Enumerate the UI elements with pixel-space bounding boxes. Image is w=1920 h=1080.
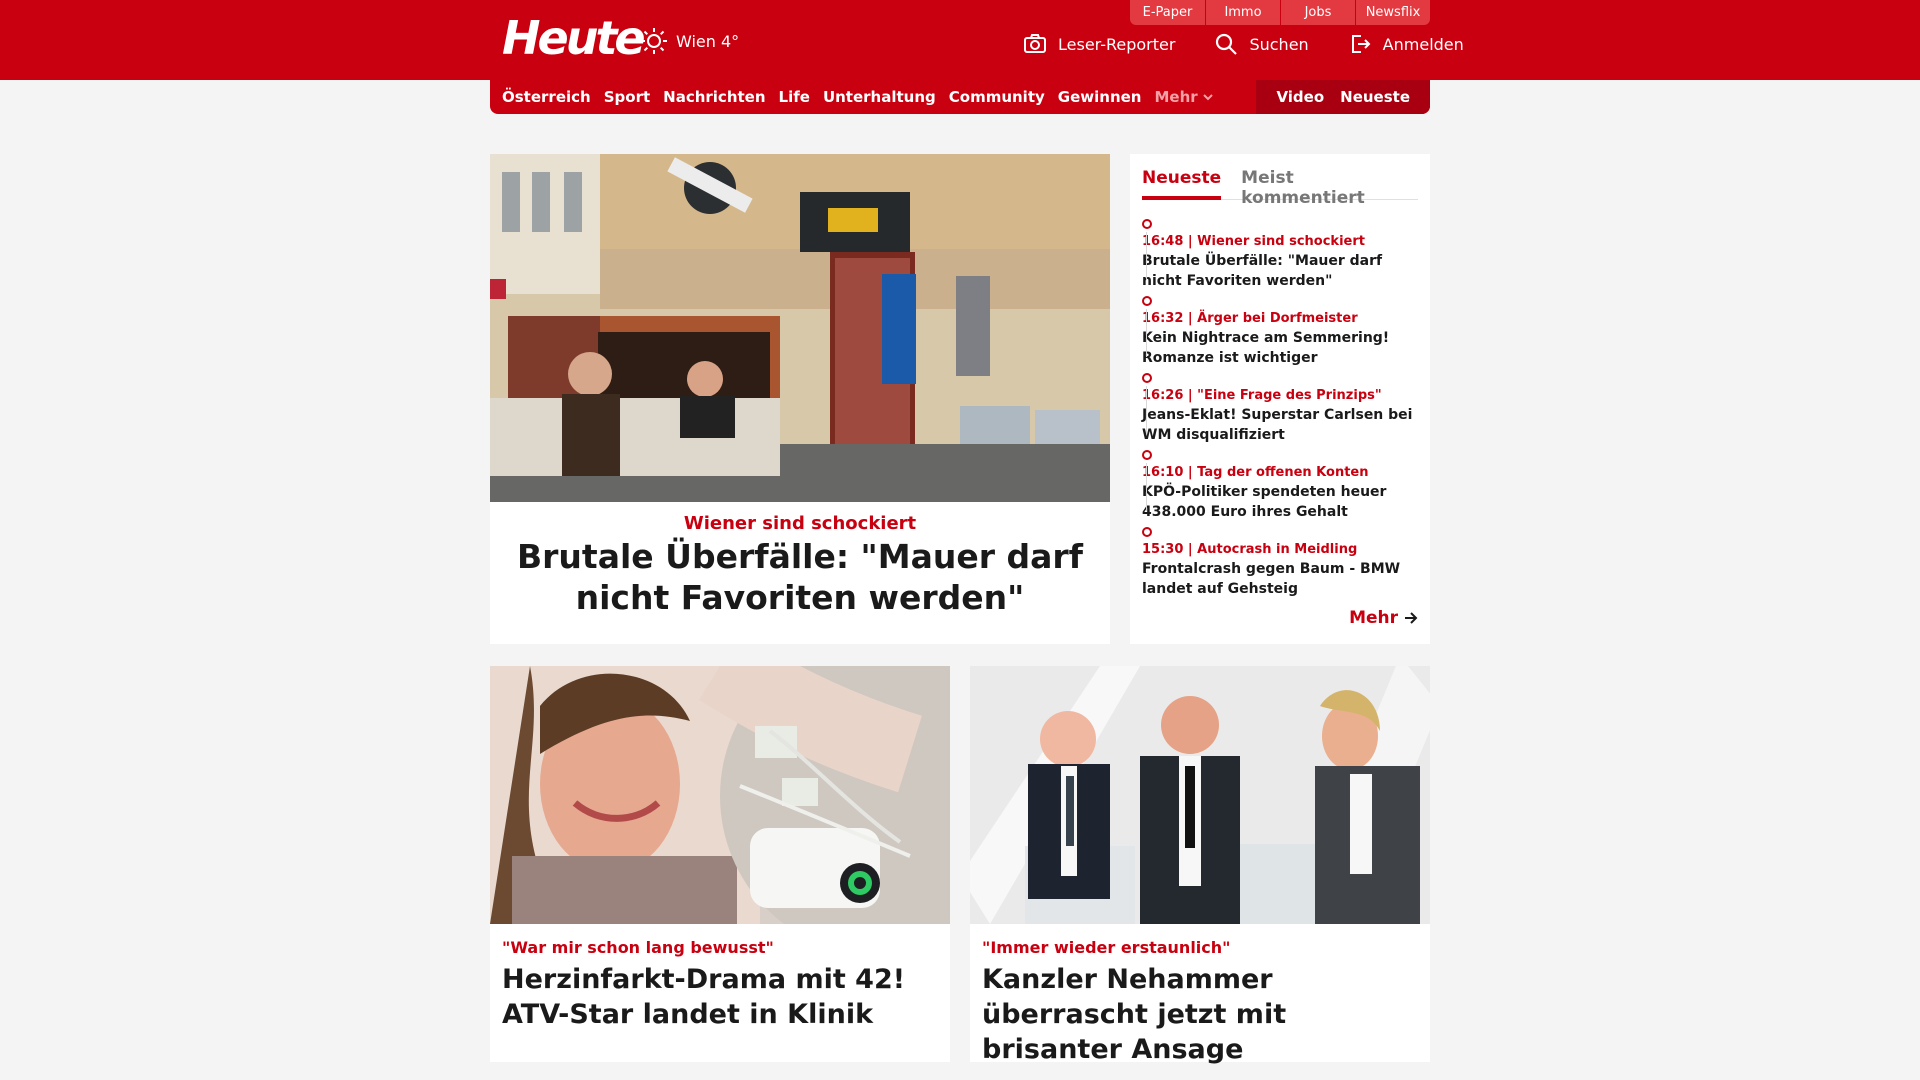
timeline-dot-icon <box>1142 527 1152 537</box>
hero-title[interactable]: Brutale Überfälle: "Mauer darf nicht Fav… <box>510 536 1090 618</box>
news-title: Brutale Überfälle: "Mauer darf nicht Fav… <box>1142 253 1383 289</box>
search-label: Suchen <box>1249 34 1309 54</box>
utility-tab-epaper[interactable]: E-Paper <box>1130 0 1205 25</box>
more-news-link[interactable]: Mehr <box>1349 608 1418 628</box>
camera-icon <box>1024 34 1046 54</box>
utility-tabs: E-Paper Immo Jobs Newsflix <box>1130 0 1430 25</box>
timeline-dot-icon <box>1142 296 1152 306</box>
utility-tab-jobs[interactable]: Jobs <box>1280 0 1355 25</box>
nav-right-links: Video Neueste <box>1256 80 1430 114</box>
news-meta: 16:10 | Tag der offenen Konten <box>1142 465 1369 480</box>
sidebar-tabs: Neueste Meist kommentiert <box>1142 162 1418 208</box>
article-title[interactable]: Herzinfarkt-Drama mit 42! ATV-Star lande… <box>502 962 922 1032</box>
arrow-right-icon <box>1404 612 1418 624</box>
news-title: Frontalcrash gegen Baum - BMW landet auf… <box>1142 561 1401 597</box>
news-title: Jeans-Eklat! Superstar Carlsen bei WM di… <box>1142 407 1413 443</box>
nav-item-nachrichten[interactable]: Nachrichten <box>663 88 765 106</box>
search-icon <box>1215 33 1238 55</box>
site-logo[interactable]: Heute <box>502 10 646 66</box>
news-item[interactable]: 16:32 | Ärger bei Dorfmeister Kein Night… <box>1142 291 1418 368</box>
timeline-line <box>1146 386 1147 434</box>
timeline-dot-icon <box>1142 219 1152 229</box>
top-header <box>0 0 1920 80</box>
nav-item-neueste[interactable]: Neueste <box>1340 88 1410 106</box>
hero-kicker[interactable]: Wiener sind schockiert <box>490 513 1110 534</box>
news-title: KPÖ-Politiker spendeten heuer 438.000 Eu… <box>1142 484 1387 520</box>
hero-article[interactable]: Wiener sind schockiert Brutale Überfälle… <box>490 154 1110 644</box>
header-actions: Leser-Reporter Suchen Anmelden <box>1024 33 1464 55</box>
nav-more-dropdown[interactable]: Mehr <box>1154 88 1213 106</box>
login-label: Anmelden <box>1382 34 1464 54</box>
login-icon <box>1349 33 1371 55</box>
sun-icon <box>640 27 668 55</box>
nav-item-oesterreich[interactable]: Österreich <box>502 88 591 106</box>
nav-item-unterhaltung[interactable]: Unterhaltung <box>823 88 936 106</box>
search-button[interactable]: Suchen <box>1215 33 1309 55</box>
article-image[interactable] <box>490 666 950 924</box>
more-news-label: Mehr <box>1349 608 1398 628</box>
tab-meist-kommentiert[interactable]: Meist kommentiert <box>1241 162 1418 208</box>
news-item[interactable]: 16:26 | "Eine Frage des Prinzips" Jeans-… <box>1142 368 1418 445</box>
reader-reporter-button[interactable]: Leser-Reporter <box>1024 33 1175 55</box>
hero-image[interactable] <box>490 154 1110 502</box>
timeline-line <box>1146 463 1147 511</box>
weather-text: Wien 4° <box>676 31 740 51</box>
news-sidebar: Neueste Meist kommentiert 16:48 | Wiener… <box>1130 154 1430 644</box>
utility-tab-immo[interactable]: Immo <box>1205 0 1280 25</box>
news-item[interactable]: 15:30 | Autocrash in Meidling Frontalcra… <box>1142 522 1418 599</box>
timeline-dot-icon <box>1142 373 1152 383</box>
news-title: Kein Nightrace am Semmering! Romanze ist… <box>1142 330 1390 366</box>
news-meta: 16:48 | Wiener sind schockiert <box>1142 234 1365 249</box>
news-meta: 16:26 | "Eine Frage des Prinzips" <box>1142 388 1382 403</box>
timeline-line <box>1146 232 1147 280</box>
nav-item-video[interactable]: Video <box>1276 88 1324 106</box>
login-button[interactable]: Anmelden <box>1349 33 1464 55</box>
news-item[interactable]: 16:48 | Wiener sind schockiert Brutale Ü… <box>1142 214 1418 291</box>
reader-reporter-label: Leser-Reporter <box>1058 34 1176 54</box>
news-item[interactable]: 16:10 | Tag der offenen Konten KPÖ-Polit… <box>1142 445 1418 522</box>
news-list: 16:48 | Wiener sind schockiert Brutale Ü… <box>1142 214 1418 599</box>
timeline-line <box>1146 309 1147 357</box>
article-image[interactable] <box>970 666 1430 924</box>
nav-item-gewinnen[interactable]: Gewinnen <box>1058 88 1142 106</box>
article-card[interactable]: "Immer wieder erstaunlich" Kanzler Neham… <box>970 666 1430 1065</box>
nav-more-label: Mehr <box>1154 88 1198 106</box>
article-card[interactable]: "War mir schon lang bewusst" Herzinfarkt… <box>490 666 950 1062</box>
chevron-down-icon <box>1202 93 1213 101</box>
nav-item-community[interactable]: Community <box>949 88 1045 106</box>
nav-item-sport[interactable]: Sport <box>604 88 650 106</box>
nav-items: Österreich Sport Nachrichten Life Unterh… <box>490 88 1256 106</box>
utility-tab-newsflix[interactable]: Newsflix <box>1355 0 1430 25</box>
tab-neueste[interactable]: Neueste <box>1142 162 1222 200</box>
timeline-dot-icon <box>1142 450 1152 460</box>
weather-widget: Wien 4° <box>640 27 739 55</box>
news-meta: 16:32 | Ärger bei Dorfmeister <box>1142 311 1358 326</box>
article-title[interactable]: Kanzler Nehammer überrascht jetzt mit br… <box>982 962 1402 1067</box>
news-meta: 15:30 | Autocrash in Meidling <box>1142 542 1358 557</box>
main-navigation: Österreich Sport Nachrichten Life Unterh… <box>490 80 1430 114</box>
article-kicker[interactable]: "Immer wieder erstaunlich" <box>982 938 1231 957</box>
nav-item-life[interactable]: Life <box>779 88 810 106</box>
article-kicker[interactable]: "War mir schon lang bewusst" <box>502 938 774 957</box>
